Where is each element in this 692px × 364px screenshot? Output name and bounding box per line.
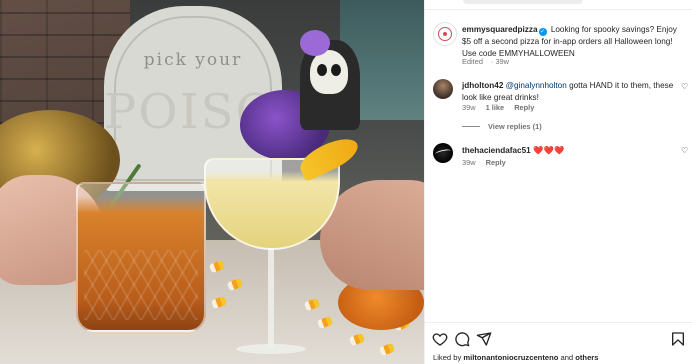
caption-meta: Edited · 39w [462,57,509,66]
avatar-signature-mark [434,148,452,157]
comment-meta: 39w 1 like Reply [462,103,542,112]
post-actions-bar: Liked by miltonantoniocruzcenteno and ot… [425,322,692,364]
liked-by-prefix: Liked by [433,353,462,362]
post-header-strip [425,0,692,10]
view-replies-label: View replies (1) [488,122,542,131]
verified-badge-icon: ✓ [538,28,547,36]
coupe-stem [268,248,274,348]
comment-mention[interactable]: @ginalynnholton [506,81,567,90]
view-replies-button[interactable]: View replies (1) [462,122,542,131]
reply-button[interactable]: Reply [486,158,506,167]
comment-username[interactable]: thehaciendafac51 [462,146,531,155]
caption-username[interactable]: emmysquaredpizza [462,25,538,34]
comment-time[interactable]: 39w [462,158,476,167]
post-photo[interactable]: pick your POISON [0,0,424,364]
post-caption: emmysquaredpizza ✓ Looking for spooky sav… [462,24,684,59]
commenter-avatar[interactable] [433,143,453,163]
liked-by-username[interactable]: miltonantoniocruzcenteno [463,353,558,362]
comment-username[interactable]: jdholton42 [462,81,503,90]
skull-eye-right [331,64,341,76]
comment-bubble-icon[interactable] [454,331,470,347]
replies-divider [462,126,480,127]
comments-panel: emmysquaredpizza ✓ Looking for spooky sav… [424,0,692,364]
paper-plane-icon[interactable] [476,331,492,347]
purple-flower-small [300,30,330,56]
comment-like-count[interactable]: 1 like [486,103,505,112]
author-avatar[interactable] [433,22,457,46]
comment-like-heart-icon[interactable]: ♡ [681,82,688,91]
coupe-foot [236,344,306,354]
reply-button[interactable]: Reply [514,103,534,112]
comment-meta: 39w Reply [462,158,514,167]
header-cutoff [463,0,583,4]
comment-text: ❤️❤️❤️ [533,146,566,155]
liked-by-and: and [560,353,574,362]
bookmark-icon[interactable] [670,331,686,347]
liked-by-others[interactable]: others [575,353,598,362]
tombstone-text-line1: pick your [143,50,243,70]
cocktail-glass-orange [76,182,206,332]
glass-cut-pattern [84,250,198,320]
caption-time[interactable]: 39w [495,57,509,66]
commenter-avatar[interactable] [433,79,453,99]
comment: thehaciendafac51 ❤️❤️❤️ [462,145,676,157]
comment-like-heart-icon[interactable]: ♡ [681,146,688,155]
brand-logo-dot [443,32,447,36]
skull-eye-left [317,64,327,76]
skeleton-skull [310,50,348,94]
heart-outline-icon[interactable] [432,331,448,347]
comment-time[interactable]: 39w [462,103,476,112]
comment: jdholton42 @ginalynnholton gotta HAND it… [462,80,676,103]
edited-label: Edited [462,57,483,66]
liked-by-line: Liked by miltonantoniocruzcenteno and ot… [433,353,598,362]
